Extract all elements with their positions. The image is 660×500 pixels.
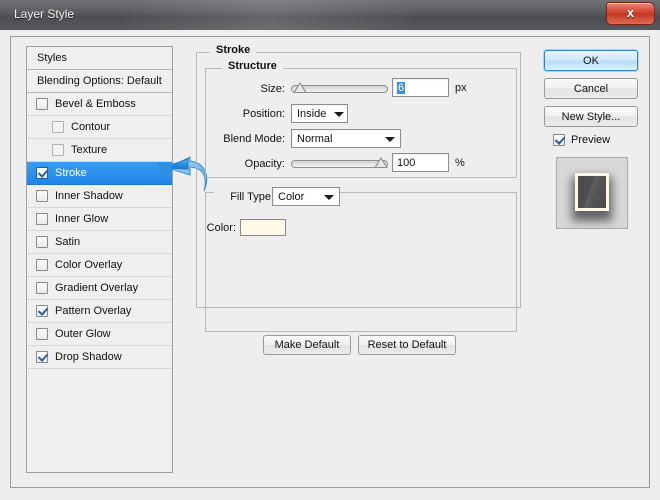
size-slider-thumb[interactable] bbox=[292, 82, 307, 93]
fill-type-dropdown-value: Color bbox=[278, 190, 305, 203]
style-item-stroke[interactable]: Stroke bbox=[27, 162, 172, 185]
color-swatch-button[interactable] bbox=[240, 219, 286, 236]
style-item-texture[interactable]: Texture bbox=[27, 139, 172, 162]
cancel-button[interactable]: Cancel bbox=[544, 78, 638, 99]
styles-list-panel: Styles Blending Options: Default Bevel &… bbox=[26, 46, 173, 473]
stroke-group-legend: Stroke bbox=[210, 44, 257, 56]
styles-item-container: Bevel & Emboss Contour Texture Stroke Inner … bbox=[27, 93, 172, 369]
style-item-checkbox[interactable] bbox=[36, 213, 48, 225]
close-button[interactable]: x bbox=[606, 2, 655, 25]
make-default-label: Make Default bbox=[274, 339, 340, 351]
layer-preview-thumbnail bbox=[556, 157, 628, 229]
opacity-input-value: 100 bbox=[397, 156, 416, 169]
style-item-label: Color Overlay bbox=[55, 259, 123, 271]
style-item-label: Inner Shadow bbox=[55, 190, 123, 202]
title-bar-highlight bbox=[120, 0, 420, 30]
size-unit-label: px bbox=[455, 82, 467, 94]
style-item-label: Pattern Overlay bbox=[55, 305, 132, 317]
blend-mode-chevron-down-icon[interactable] bbox=[385, 137, 395, 142]
close-icon: x bbox=[626, 5, 635, 20]
fill-type-chevron-down-icon[interactable] bbox=[324, 195, 334, 200]
style-item-contour[interactable]: Contour bbox=[27, 116, 172, 139]
preview-checkbox-row[interactable]: Preview bbox=[553, 134, 610, 146]
styles-header-label: Styles bbox=[37, 52, 67, 64]
blend-mode-label: Blend Mode: bbox=[223, 133, 285, 145]
style-item-label: Contour bbox=[71, 121, 111, 133]
position-label: Position: bbox=[242, 108, 285, 120]
window-title: Layer Style bbox=[14, 7, 75, 21]
blend-mode-dropdown-value: Normal bbox=[297, 132, 333, 145]
style-item-label: Stroke bbox=[55, 167, 87, 179]
style-item-checkbox[interactable] bbox=[36, 351, 48, 363]
style-item-label: Gradient Overlay bbox=[55, 282, 139, 294]
style-item-label: Inner Glow bbox=[55, 213, 109, 225]
size-label: Size: bbox=[260, 83, 285, 95]
style-item-label: Satin bbox=[55, 236, 81, 248]
size-input[interactable]: 6 bbox=[392, 78, 449, 97]
make-default-button[interactable]: Make Default bbox=[263, 335, 351, 355]
style-item-color-overlay[interactable]: Color Overlay bbox=[27, 254, 172, 277]
style-item-checkbox[interactable] bbox=[36, 259, 48, 271]
style-item-checkbox[interactable] bbox=[36, 167, 48, 179]
opacity-input[interactable]: 100 bbox=[392, 153, 449, 172]
style-item-pattern-overlay[interactable]: Pattern Overlay bbox=[27, 300, 172, 323]
style-item-checkbox[interactable] bbox=[52, 144, 64, 156]
style-item-checkbox[interactable] bbox=[36, 236, 48, 248]
reset-to-default-label: Reset to Default bbox=[367, 339, 447, 351]
blending-options-row[interactable]: Blending Options: Default bbox=[27, 70, 172, 93]
style-item-label: Bevel & Emboss bbox=[55, 98, 136, 110]
style-item-label: Outer Glow bbox=[55, 328, 111, 340]
style-item-checkbox[interactable] bbox=[36, 328, 48, 340]
position-dropdown-value: Inside bbox=[297, 107, 327, 120]
reset-to-default-button[interactable]: Reset to Default bbox=[358, 335, 456, 355]
fill-type-label: Fill Type: bbox=[230, 191, 274, 203]
style-item-checkbox[interactable] bbox=[36, 305, 48, 317]
style-item-bevel-emboss[interactable]: Bevel & Emboss bbox=[27, 93, 172, 116]
style-item-checkbox[interactable] bbox=[52, 121, 64, 133]
size-input-value: 6 bbox=[397, 81, 406, 94]
style-item-drop-shadow[interactable]: Drop Shadow bbox=[27, 346, 172, 369]
opacity-slider-thumb[interactable] bbox=[374, 157, 388, 168]
cancel-button-label: Cancel bbox=[573, 82, 609, 95]
title-bar[interactable]: Layer Style x bbox=[0, 0, 660, 31]
style-item-inner-glow[interactable]: Inner Glow bbox=[27, 208, 172, 231]
style-item-label: Drop Shadow bbox=[55, 351, 122, 363]
ok-button-label: OK bbox=[583, 54, 599, 67]
position-chevron-down-icon[interactable] bbox=[334, 112, 344, 117]
style-item-inner-shadow[interactable]: Inner Shadow bbox=[27, 185, 172, 208]
ok-button[interactable]: OK bbox=[544, 50, 638, 71]
opacity-label: Opacity: bbox=[244, 158, 285, 170]
style-item-checkbox[interactable] bbox=[36, 98, 48, 110]
preview-swatch-shape bbox=[575, 173, 609, 211]
style-item-satin[interactable]: Satin bbox=[27, 231, 172, 254]
preview-label: Preview bbox=[571, 134, 611, 146]
style-item-checkbox[interactable] bbox=[36, 282, 48, 294]
blending-options-label: Blending Options: Default bbox=[37, 75, 162, 87]
color-label: Color: bbox=[206, 222, 236, 234]
layer-style-dialog: Layer Style x Styles Blending Options: D… bbox=[0, 0, 660, 500]
fill-type-groupbox bbox=[205, 192, 517, 332]
preview-checkbox[interactable] bbox=[553, 134, 565, 146]
style-item-label: Texture bbox=[71, 144, 108, 156]
opacity-unit-label: % bbox=[455, 157, 465, 169]
style-item-checkbox[interactable] bbox=[36, 190, 48, 202]
styles-list-header[interactable]: Styles bbox=[27, 47, 172, 70]
new-style-button-label: New Style... bbox=[561, 110, 621, 123]
structure-group-legend: Structure bbox=[222, 60, 283, 72]
style-item-outer-glow[interactable]: Outer Glow bbox=[27, 323, 172, 346]
style-item-gradient-overlay[interactable]: Gradient Overlay bbox=[27, 277, 172, 300]
new-style-button[interactable]: New Style... bbox=[544, 106, 638, 127]
